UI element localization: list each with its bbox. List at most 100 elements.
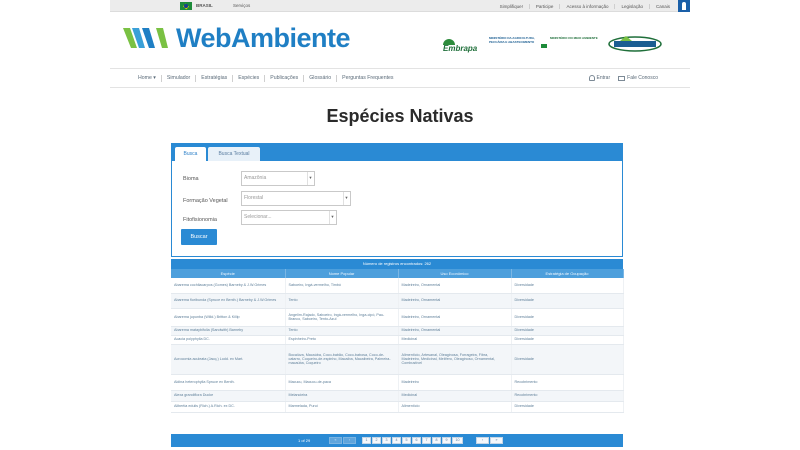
brasil-link[interactable]: BRASIL [196,3,213,8]
mail-icon [618,75,626,81]
column-header-uso-economico[interactable]: Uso Econômico [398,269,512,278]
fitofisionomia-select[interactable]: Selecionar... ▼ [241,210,337,225]
cell-especie[interactable]: Abarema mataybifolia (Sandwith) Barneby [171,326,286,336]
pagination-info: 1 of 29 [298,438,311,443]
page-button-2[interactable]: 2 [372,437,381,444]
table-row[interactable]: Abarema jupunba (Willd.) Britton & Killi… [171,308,624,327]
accessibility-icon[interactable] [678,0,690,12]
search-panel: Busca Busca Textual Bioma Amazônia ▼ For… [171,143,623,257]
nav-item-publicacoes[interactable]: Publicações [264,74,303,82]
nav-item-home[interactable]: Home ▾ [136,75,161,82]
first-page-button[interactable]: « [329,437,342,444]
mapa-logo[interactable]: Ministério da Agricultura, Pecuária e Ab… [489,36,541,44]
cell-uso-economico: Madeireiro, Ornamental [398,326,512,336]
nav-item-especies[interactable]: Espécies [232,74,264,82]
embrapa-logo[interactable]: Embrapa [441,39,481,53]
formacao-select[interactable]: Florestal ▼ [241,191,351,206]
mma-logo-text[interactable]: Ministério do Meio Ambiente [550,36,602,41]
table-row[interactable]: Abarema cochliacarpos (Gomes) Barneby & … [171,278,624,294]
mapa-flag-icon [541,44,547,48]
table-row[interactable]: Acacia polyphylla DC. Espinheiro-Preto M… [171,335,624,345]
table-header-row: Espécie Nome Popular Uso Econômico Estra… [171,269,624,278]
page-button-5[interactable]: 5 [402,437,411,444]
cell-especie[interactable]: Acacia polyphylla DC. [171,335,286,345]
page-button-8[interactable]: 8 [432,437,441,444]
cell-estrategia: Recobrimento [511,390,624,402]
nav-item-perguntas[interactable]: Perguntas Frequentes [336,74,398,82]
results-summary: Número de registros encontrados: 262 [171,259,623,269]
bioma-select[interactable]: Amazônia ▼ [241,171,315,186]
nav-item-simulador[interactable]: Simulador [160,74,195,82]
gov-link-participe[interactable]: Participe [528,3,560,9]
table-row[interactable]: Alibertia edulis (Rich.) A.Rich. ex DC. … [171,401,624,413]
nav-right: Entrar Fale Conosco [581,69,658,87]
cell-especie[interactable]: Acrocomia aculeata (Jacq.) Lodd. ex Mart… [171,344,286,375]
search-tabbar: Busca Busca Textual [172,143,622,161]
table-row[interactable]: Abarema floribunda (Spruce ex Benth.) Ba… [171,293,624,309]
page-button-9[interactable]: 9 [442,437,451,444]
cell-estrategia: Diversidade [511,326,624,336]
webambiente-logo-text[interactable]: WebAmbiente [176,23,351,54]
cell-nome-popular: Tento [285,326,399,336]
cell-especie[interactable]: Abarema floribunda (Spruce ex Benth.) Ba… [171,293,286,309]
cell-especie[interactable]: Alibertia edulis (Rich.) A.Rich. ex DC. [171,401,286,413]
cell-estrategia: Recobrimento [511,374,624,391]
next-page-button[interactable]: › [476,437,489,444]
fale-conosco-link[interactable]: Fale Conosco [618,75,658,81]
nav-item-estrategias[interactable]: Estratégias [195,74,232,82]
user-icon [588,75,595,81]
cell-uso-economico: Medicinal [398,390,512,402]
webambiente-logo-icon[interactable] [122,26,172,50]
chevron-down-icon: ▼ [343,192,349,205]
gov-bar-links: Simplifique! Participe Acesso à informaç… [494,0,676,12]
prev-page-button[interactable]: ‹ [343,437,356,444]
servicos-link[interactable]: Serviços [233,3,250,8]
table-row[interactable]: Aldina heterophylla Spruce ex Benth. Mac… [171,374,624,391]
page-button-4[interactable]: 4 [392,437,401,444]
chevron-down-icon: ▼ [307,172,313,185]
cell-especie[interactable]: Abarema jupunba (Willd.) Britton & Killi… [171,308,286,327]
results-table-container: Número de registros encontrados: 262 Esp… [171,259,624,447]
cell-especie[interactable]: Abarema cochliacarpos (Gomes) Barneby & … [171,278,286,294]
cell-uso-economico: Madeireiro, Ornamental [398,278,512,294]
brazil-flag-icon [180,2,192,10]
page-button-10[interactable]: 10 [452,437,463,444]
nav-item-glossario[interactable]: Glossário [303,74,336,82]
buscar-button[interactable]: Buscar [181,229,217,245]
cell-estrategia: Diversidade [511,293,624,309]
cell-uso-economico: Alimentício, Artesanal, Oleaginosa, Forr… [398,344,512,375]
page-button-3[interactable]: 3 [382,437,391,444]
page-button-7[interactable]: 7 [422,437,431,444]
table-row[interactable]: Alexa grandiflora Ducke Melancieira Medi… [171,390,624,402]
pagination: 1 of 29 « ‹ 1 2 3 4 5 6 7 8 9 10 › » [171,434,623,447]
tab-busca[interactable]: Busca [175,147,206,161]
formacao-label: Formação Vegetal [183,198,228,204]
last-page-button[interactable]: » [490,437,503,444]
cell-uso-economico: Medicinal [398,335,512,345]
page-title: Espécies Nativas [326,106,474,126]
column-header-nome-popular[interactable]: Nome Popular [285,269,399,278]
cell-estrategia: Diversidade [511,344,624,375]
cell-especie[interactable]: Alexa grandiflora Ducke [171,390,286,402]
column-header-estrategia[interactable]: Estratégia de Ocupação [511,269,624,278]
fitofisionomia-label: Fitofisionomia [183,217,217,223]
column-header-especie[interactable]: Espécie [171,269,286,278]
cell-uso-economico: Madeireiro, Ornamental [398,293,512,309]
tab-busca-textual[interactable]: Busca Textual [208,147,260,161]
gov-link-simplifique[interactable]: Simplifique! [494,4,529,9]
cell-especie[interactable]: Aldina heterophylla Spruce ex Benth. [171,374,286,391]
cell-nome-popular: Saboeiro, Ingá-vermelho, Timbó [285,278,399,294]
cell-estrategia: Diversidade [511,335,624,345]
entrar-link[interactable]: Entrar [588,75,610,81]
table-row[interactable]: Acrocomia aculeata (Jacq.) Lodd. ex Mart… [171,344,624,375]
cell-nome-popular: Angelim-Rajado, Saboeiro, Ingá-vermelho,… [285,308,399,327]
page-button-6[interactable]: 6 [412,437,421,444]
table-row[interactable]: Abarema mataybifolia (Sandwith) Barneby … [171,326,624,336]
bioma-label: Bioma [183,176,199,182]
mma-emblem-icon[interactable] [606,35,664,53]
page-button-1[interactable]: 1 [362,437,371,444]
gov-link-acesso-informacao[interactable]: Acesso à informação [559,3,614,9]
cell-estrategia: Diversidade [511,401,624,413]
gov-link-canais[interactable]: Canais [648,3,676,9]
gov-link-legislacao[interactable]: Legislação [614,3,649,9]
